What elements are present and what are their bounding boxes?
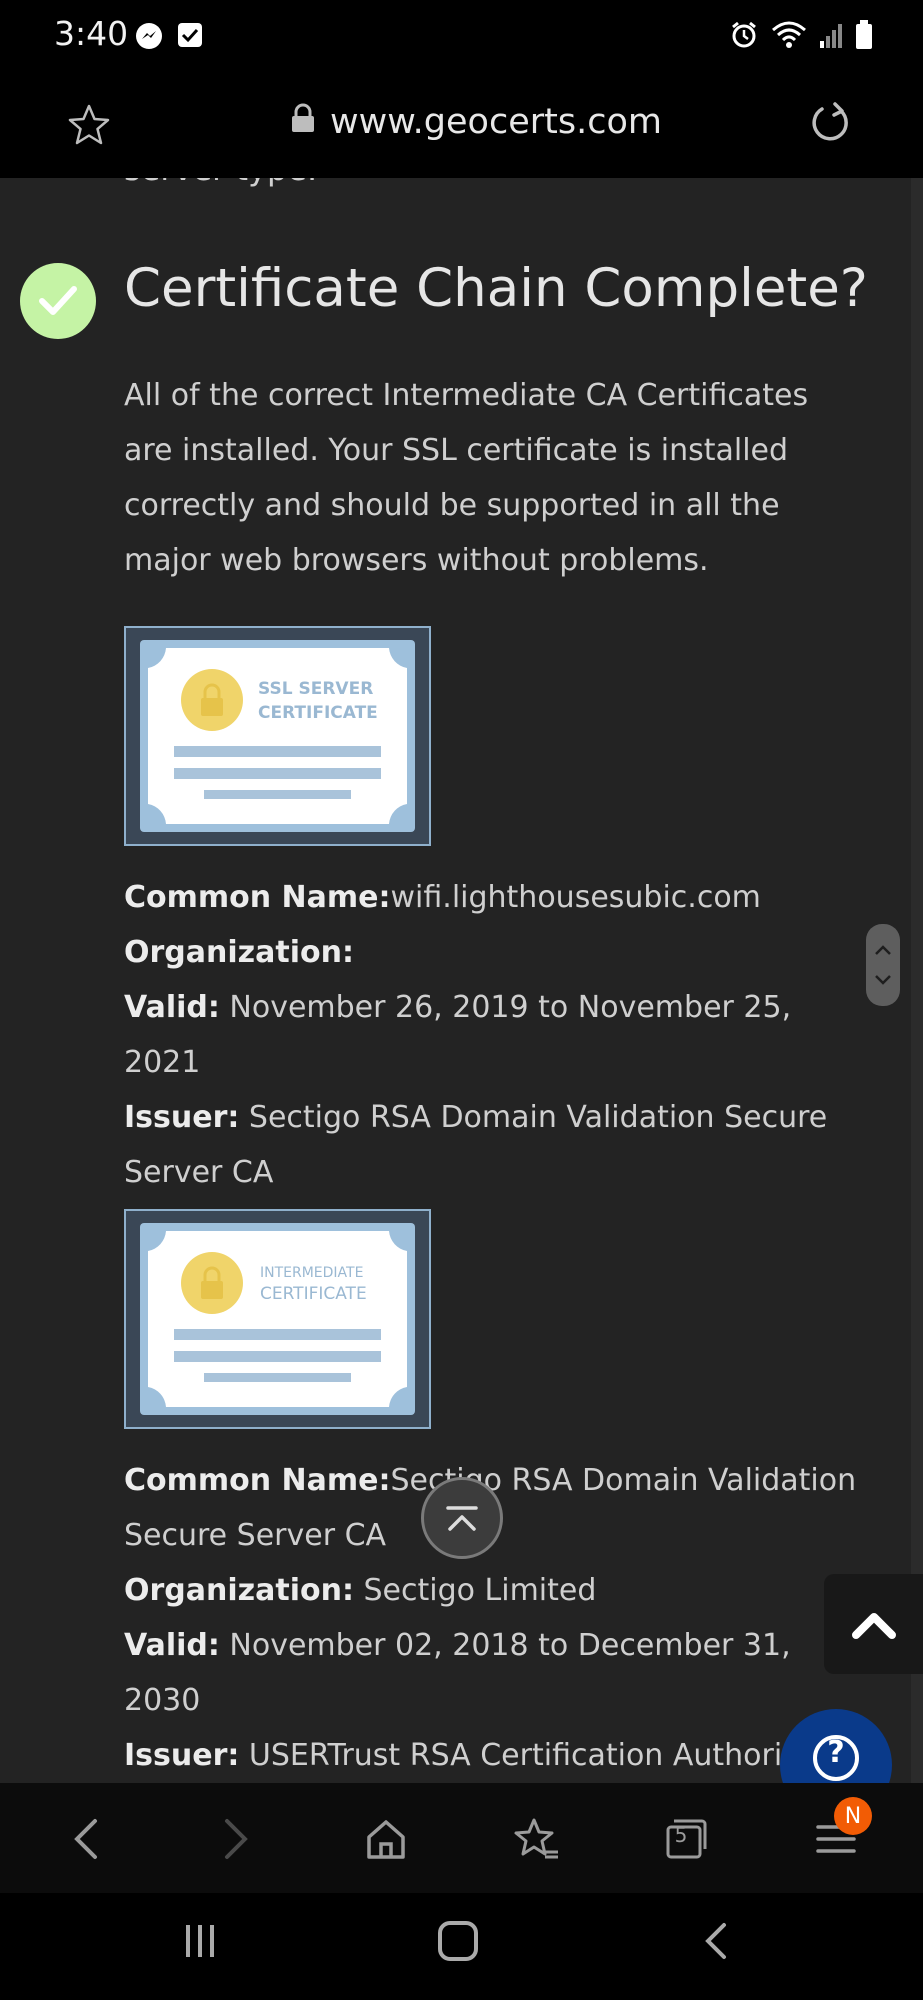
status-icons-left bbox=[135, 22, 203, 54]
valid-label: Valid: bbox=[124, 990, 220, 1025]
status-time: 3:40 bbox=[54, 14, 129, 53]
valid-value: November 26, 2019 to November 25, 2021 bbox=[124, 990, 792, 1080]
home-button[interactable] bbox=[356, 1809, 416, 1869]
reload-icon[interactable] bbox=[807, 100, 853, 150]
issuer-label: Issuer: bbox=[124, 1738, 240, 1773]
wifi-icon bbox=[771, 20, 807, 54]
issuer-label: Issuer: bbox=[124, 1100, 240, 1135]
cert-image-line2: CERTIFICATE bbox=[260, 1284, 367, 1304]
signal-icon bbox=[819, 21, 843, 53]
battery-icon bbox=[855, 20, 873, 54]
organization-row: Organization: Sectigo Limited bbox=[124, 1563, 864, 1618]
issuer-row: Issuer: Sectigo RSA Domain Validation Se… bbox=[124, 1090, 864, 1200]
organization-label: Organization: bbox=[124, 1573, 354, 1608]
common-name-value: wifi.lighthousesubic.com bbox=[390, 880, 761, 915]
home-nav-icon[interactable] bbox=[436, 1921, 480, 1965]
lock-icon bbox=[290, 102, 316, 142]
url-text: www.geocerts.com bbox=[330, 102, 662, 142]
back-button[interactable] bbox=[56, 1809, 116, 1869]
recent-apps-icon[interactable] bbox=[180, 1921, 220, 1965]
messenger-icon bbox=[135, 22, 163, 54]
checkbox-notification-icon bbox=[177, 22, 203, 54]
valid-row: Valid: November 26, 2019 to November 25,… bbox=[124, 980, 864, 1090]
cert-image-line1: SSL SERVER bbox=[258, 679, 373, 699]
organization-value: Sectigo Limited bbox=[363, 1573, 597, 1608]
section-title: Certificate Chain Complete? bbox=[124, 258, 868, 319]
system-navigation-bar bbox=[0, 1893, 923, 2000]
status-bar: 3:40 bbox=[0, 0, 923, 72]
tabs-count: 5 bbox=[674, 1823, 688, 1847]
status-icons-right bbox=[729, 20, 873, 54]
organization-label: Organization: bbox=[124, 935, 354, 970]
intermediate-certificate-image: INTERMEDIATE CERTIFICATE bbox=[124, 1209, 431, 1429]
tabs-button[interactable]: 5 bbox=[656, 1809, 716, 1869]
back-to-top-button[interactable] bbox=[824, 1574, 923, 1674]
ssl-certificate-image: SSL SERVER CERTIFICATE bbox=[124, 626, 431, 846]
valid-label: Valid: bbox=[124, 1628, 220, 1663]
cert-image-line1: INTERMEDIATE bbox=[260, 1265, 363, 1281]
back-nav-icon[interactable] bbox=[700, 1921, 732, 1965]
url-bar: www.geocerts.com bbox=[0, 72, 923, 178]
common-name-label: Common Name: bbox=[124, 880, 391, 915]
forward-button[interactable] bbox=[206, 1809, 266, 1869]
section-description: All of the correct Intermediate CA Certi… bbox=[124, 378, 809, 578]
valid-row: Valid: November 02, 2018 to December 31,… bbox=[124, 1618, 864, 1728]
valid-value: November 02, 2018 to December 31, 2030 bbox=[124, 1628, 791, 1718]
alarm-icon bbox=[729, 20, 759, 54]
issuer-value: USERTrust RSA Certification Authority bbox=[248, 1738, 812, 1773]
browser-toolbar: 5 bbox=[0, 1783, 923, 1893]
address-field[interactable]: www.geocerts.com bbox=[290, 102, 662, 142]
fast-scroll-handle[interactable] bbox=[866, 924, 900, 1006]
cut-off-text: server type. bbox=[124, 178, 317, 188]
common-name-row: Common Name:wifi.lighthousesubic.com bbox=[124, 870, 864, 925]
common-name-label: Common Name: bbox=[124, 1463, 391, 1498]
star-icon[interactable] bbox=[66, 102, 112, 152]
help-label: ? bbox=[827, 1735, 845, 1770]
page-scrollbar[interactable] bbox=[911, 178, 923, 1783]
certificate-info-1: Common Name:wifi.lighthousesubic.com Org… bbox=[124, 870, 864, 1200]
bookmarks-button[interactable] bbox=[506, 1809, 566, 1869]
cert-image-line2: CERTIFICATE bbox=[258, 703, 378, 723]
issuer-row: Issuer: USERTrust RSA Certification Auth… bbox=[124, 1728, 864, 1783]
checkmark-icon bbox=[20, 263, 96, 339]
scroll-to-top-button[interactable] bbox=[421, 1477, 503, 1559]
notification-badge: N bbox=[834, 1797, 872, 1835]
organization-row: Organization: bbox=[124, 925, 864, 980]
